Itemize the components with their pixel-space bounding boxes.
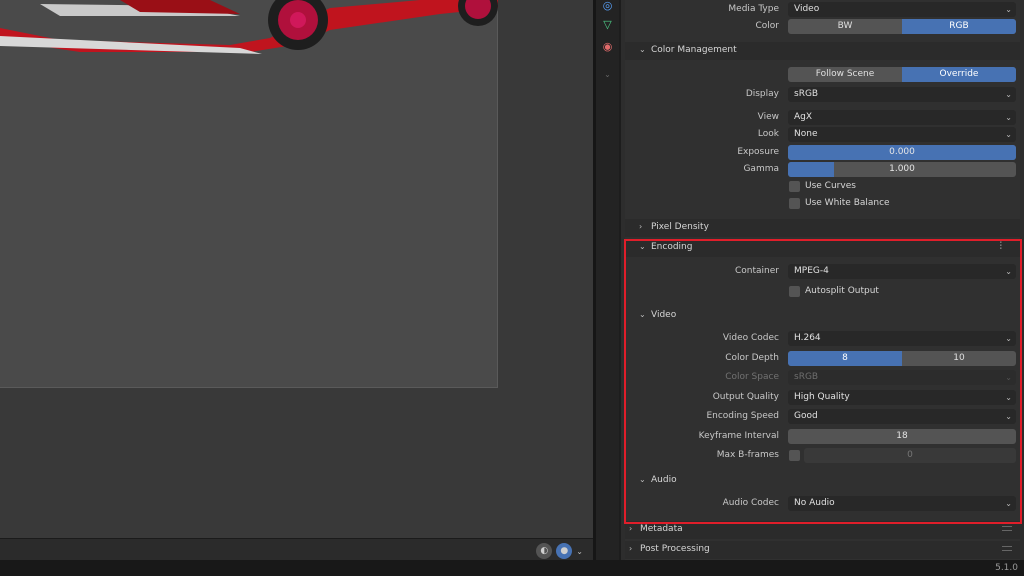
- color-management-header[interactable]: ⌄ Color Management: [625, 42, 1020, 60]
- exposure-slider[interactable]: 0.000: [788, 145, 1016, 160]
- viewport-footer: ◐ ● ⌄: [0, 538, 593, 560]
- media-type-dropdown[interactable]: Video ⌄: [788, 2, 1016, 17]
- look-label: Look: [757, 129, 779, 139]
- encoding-highlight-box: [624, 239, 1022, 524]
- pixel-density-header[interactable]: › Pixel Density: [625, 219, 1020, 237]
- color-management-title: Color Management: [651, 45, 737, 55]
- color-bw-option[interactable]: BW: [788, 19, 902, 34]
- override-option[interactable]: Override: [902, 67, 1016, 82]
- chevron-down-icon: ⌄: [1005, 113, 1012, 122]
- image-viewport[interactable]: ◐ ● ⌄: [0, 0, 593, 560]
- post-processing-header[interactable]: › Post Processing: [625, 541, 1020, 559]
- status-bar: 5.1.0: [0, 560, 1024, 576]
- gamma-slider[interactable]: 1.000: [788, 162, 1016, 177]
- metadata-title: Metadata: [640, 524, 683, 534]
- cm-mode-row: Follow Scene Override: [625, 67, 1020, 82]
- chevron-down-icon: ⌄: [1005, 5, 1012, 14]
- view-label: View: [757, 112, 779, 122]
- display-dropdown[interactable]: sRGB ⌄: [788, 87, 1016, 102]
- post-processing-title: Post Processing: [640, 544, 710, 554]
- chevron-right-icon: ›: [629, 544, 633, 553]
- chevron-down-icon: ⌄: [639, 45, 646, 54]
- chevron-right-icon: ›: [629, 524, 633, 533]
- use-white-balance-row: Use White Balance: [625, 196, 1020, 211]
- media-type-row: Media Type Video ⌄: [625, 2, 1020, 17]
- gamma-row: Gamma 1.000: [625, 162, 1020, 177]
- chevron-down-icon[interactable]: ⌄: [576, 547, 583, 556]
- pixel-density-title: Pixel Density: [651, 222, 709, 232]
- exposure-row: Exposure 0.000: [625, 145, 1020, 160]
- version-label: 5.1.0: [995, 563, 1018, 573]
- chevron-down-icon[interactable]: ⌄: [599, 66, 616, 83]
- color-mode-toggle[interactable]: BW RGB: [788, 19, 1016, 34]
- view-dropdown[interactable]: AgX ⌄: [788, 110, 1016, 125]
- look-row: Look None ⌄: [625, 127, 1020, 142]
- object-data-icon[interactable]: ▽: [599, 16, 616, 33]
- cm-mode-toggle[interactable]: Follow Scene Override: [788, 67, 1016, 82]
- color-row: Color BW RGB: [625, 19, 1020, 34]
- color-label: Color: [755, 21, 780, 31]
- display-label: Display: [745, 89, 779, 99]
- render-preview: [0, 0, 498, 388]
- use-curves-label: Use Curves: [805, 181, 856, 191]
- chevron-right-icon: ›: [639, 222, 643, 231]
- display-row: Display sRGB ⌄: [625, 87, 1020, 102]
- media-type-label: Media Type: [728, 4, 779, 14]
- exposure-label: Exposure: [737, 147, 779, 157]
- use-curves-checkbox[interactable]: [789, 181, 800, 192]
- use-curves-row: Use Curves: [625, 179, 1020, 194]
- car-render-image: [0, 0, 498, 54]
- drag-handle-icon[interactable]: [1002, 526, 1012, 531]
- view-row: View AgX ⌄: [625, 110, 1020, 125]
- material-icon[interactable]: ◉: [599, 38, 616, 55]
- gamma-label: Gamma: [743, 164, 779, 174]
- use-white-balance-checkbox[interactable]: [789, 198, 800, 209]
- chevron-down-icon: ⌄: [1005, 90, 1012, 99]
- use-white-balance-label: Use White Balance: [805, 198, 890, 208]
- physics-icon[interactable]: ◎: [599, 0, 616, 14]
- drag-handle-icon[interactable]: [1002, 546, 1012, 551]
- overlay-icon[interactable]: ●: [556, 543, 573, 559]
- properties-tabs: ◎ ▽ ◉ ⌄: [596, 0, 619, 560]
- chevron-down-icon: ⌄: [1005, 130, 1012, 139]
- look-dropdown[interactable]: None ⌄: [788, 127, 1016, 142]
- viewport-shading-icon[interactable]: ◐: [536, 543, 553, 559]
- follow-scene-option[interactable]: Follow Scene: [788, 67, 902, 82]
- color-rgb-option[interactable]: RGB: [902, 19, 1016, 34]
